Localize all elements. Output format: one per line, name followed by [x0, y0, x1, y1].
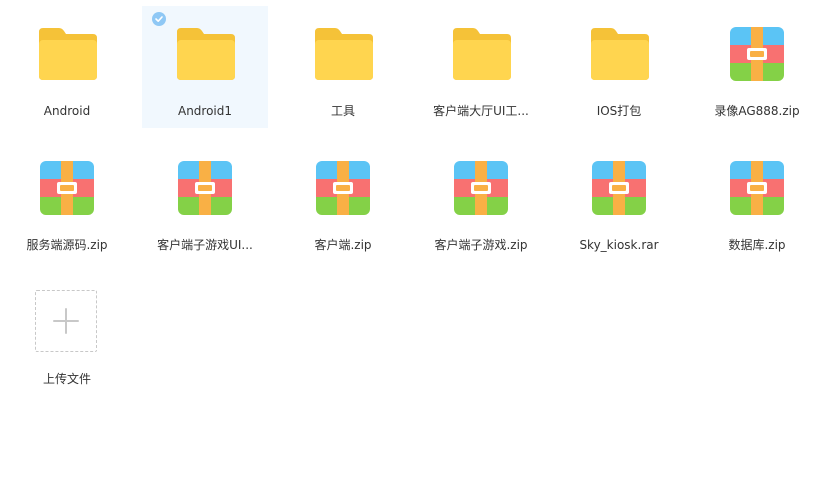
file-item-recording-ag888[interactable]: 录像AG888.zip	[694, 6, 820, 128]
folder-icon	[37, 24, 97, 84]
archive-icon	[175, 158, 235, 218]
folder-icon	[589, 24, 649, 84]
archive-icon	[727, 24, 787, 84]
plus-icon	[53, 308, 79, 334]
folder-icon	[175, 24, 235, 84]
folder-icon	[451, 24, 511, 84]
file-name: 客户端.zip	[314, 238, 372, 252]
archive-icon	[589, 158, 649, 218]
file-name: Android1	[177, 104, 233, 118]
archive-icon	[451, 158, 511, 218]
file-name: 客户端大厅UI工...	[433, 104, 529, 118]
file-name: 录像AG888.zip	[714, 104, 800, 118]
archive-icon	[313, 158, 373, 218]
file-item-android[interactable]: Android	[4, 6, 130, 128]
file-item-client-subgame-ui[interactable]: 客户端子游戏UI...	[142, 140, 268, 262]
file-item-database[interactable]: 数据库.zip	[694, 140, 820, 262]
upload-label: 上传文件	[42, 372, 91, 386]
file-name: 工具	[330, 104, 355, 118]
file-name: Sky_kiosk.rar	[579, 238, 659, 252]
file-name: 客户端子游戏.zip	[434, 238, 528, 252]
file-item-client-subgame[interactable]: 客户端子游戏.zip	[418, 140, 544, 262]
file-item-client-zip[interactable]: 客户端.zip	[280, 140, 406, 262]
file-item-tools[interactable]: 工具	[280, 6, 406, 128]
file-name: 客户端子游戏UI...	[157, 238, 253, 252]
upload-button[interactable]	[35, 290, 97, 352]
file-name: Android	[43, 104, 91, 118]
upload-file-item[interactable]: 上传文件	[4, 274, 130, 396]
file-item-sky-kiosk[interactable]: Sky_kiosk.rar	[556, 140, 682, 262]
file-item-client-lobby-ui[interactable]: 客户端大厅UI工...	[418, 6, 544, 128]
file-item-ios-pack[interactable]: IOS打包	[556, 6, 682, 128]
file-name: IOS打包	[596, 104, 642, 118]
archive-icon	[727, 158, 787, 218]
check-icon[interactable]	[152, 12, 166, 26]
file-name: 服务端源码.zip	[26, 238, 108, 252]
file-item-server-source[interactable]: 服务端源码.zip	[4, 140, 130, 262]
archive-icon	[37, 158, 97, 218]
file-item-android1[interactable]: Android1	[142, 6, 268, 128]
folder-icon	[313, 24, 373, 84]
file-grid: Android Android1 工具 客户端大厅UI工... IOS打包 录像…	[4, 6, 820, 396]
file-name: 数据库.zip	[728, 238, 786, 252]
